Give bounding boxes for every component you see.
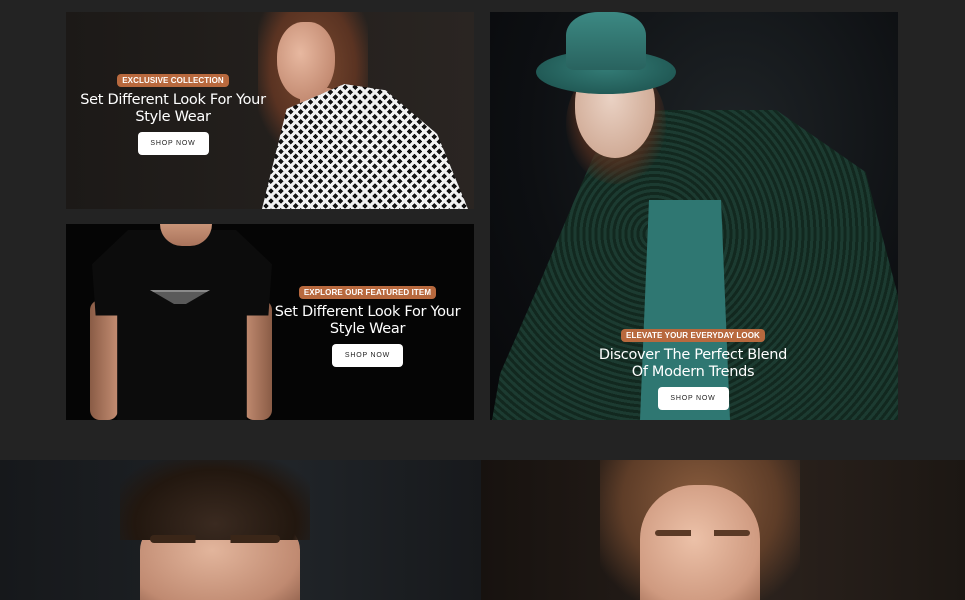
banner-headline: Set Different Look For Your Style Wear	[78, 92, 268, 126]
banner-content: EXPLORE OUR FEATURED ITEM Set Different …	[270, 282, 465, 367]
shop-now-button[interactable]: SHOP NOW	[657, 387, 729, 410]
banner-headline-line2: Style Wear	[329, 321, 406, 337]
banner-headline-line1: Set Different Look For Your	[274, 304, 461, 320]
model-arm-left	[90, 300, 118, 420]
banner-headline: Set Different Look For Your Style Wear	[270, 304, 465, 338]
shop-now-button[interactable]: SHOP NOW	[137, 132, 209, 155]
banner-headline-line2: Style Wear	[135, 109, 211, 125]
model-face	[277, 22, 335, 100]
banner-headline-line1: Set Different Look For Your	[80, 92, 266, 108]
banner-headline: Discover The Perfect Blend Of Modern Tre…	[588, 347, 798, 381]
teal-hat-crown	[566, 12, 646, 70]
shop-now-button[interactable]: SHOP NOW	[332, 344, 403, 367]
banner-tag: EXCLUSIVE COLLECTION	[117, 74, 229, 87]
banner-tag: ELEVATE YOUR EVERYDAY LOOK	[621, 329, 765, 342]
male-model-hair	[120, 460, 310, 540]
banner-content: EXCLUSIVE COLLECTION Set Different Look …	[78, 70, 268, 155]
black-tshirt-image	[92, 230, 272, 420]
banner-headline-line2: Of Modern Trends	[631, 364, 755, 380]
page: EXCLUSIVE COLLECTION Set Different Look …	[0, 0, 965, 600]
banner-headline-line1: Discover The Perfect Blend	[598, 347, 788, 363]
model-arm-right	[244, 300, 272, 420]
male-model-brows	[150, 535, 280, 543]
female-model-brows	[655, 530, 750, 536]
female-model-face	[640, 485, 760, 600]
banner-content: ELEVATE YOUR EVERYDAY LOOK Discover The …	[588, 325, 798, 410]
banner-tag: EXPLORE OUR FEATURED ITEM	[298, 286, 437, 299]
